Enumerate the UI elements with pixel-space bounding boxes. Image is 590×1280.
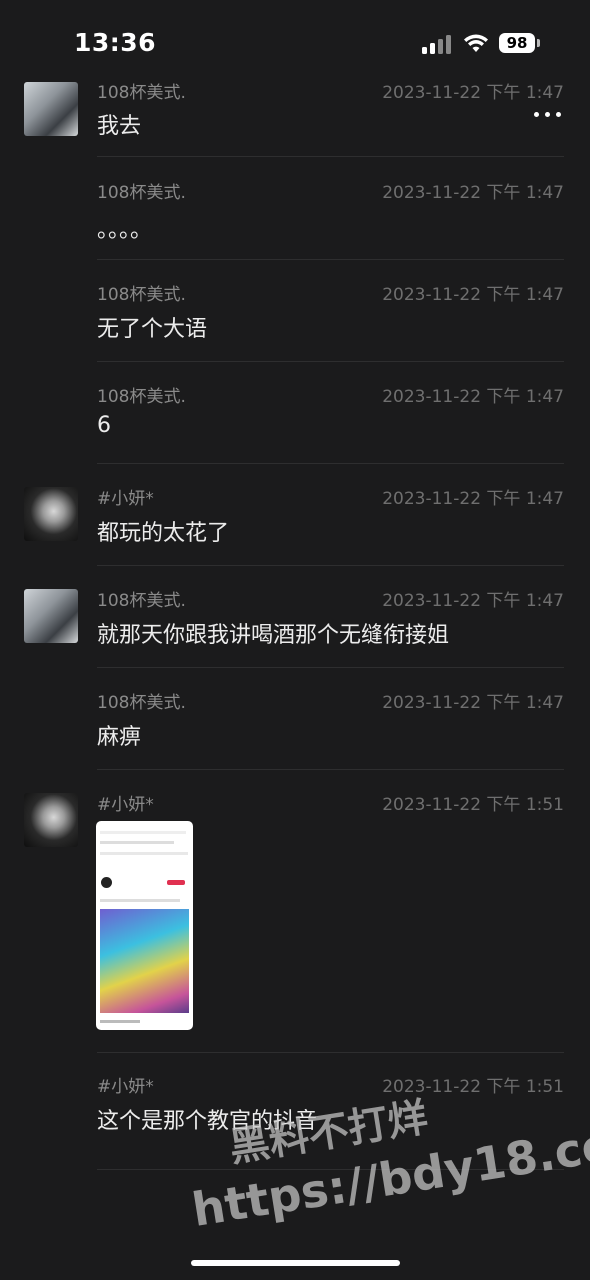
sender-name: 108杯美式. — [97, 387, 186, 407]
divider — [97, 565, 564, 566]
message-text: 都玩的太花了 — [97, 521, 230, 546]
profile-dot — [101, 877, 112, 888]
message-item[interactable]: 108杯美式. 2023-11-22 下午 1:47 无了个大语 — [0, 274, 590, 362]
divider — [97, 259, 564, 260]
divider — [97, 769, 564, 770]
sender-name: 108杯美式. — [97, 285, 186, 305]
message-item[interactable]: #小妍* 2023-11-22 下午 1:51 — [0, 784, 590, 1053]
sender-name: #小妍* — [97, 1077, 154, 1097]
divider — [97, 463, 564, 464]
sender-name: 108杯美式. — [97, 183, 186, 203]
message-text: 我去 — [97, 114, 142, 139]
message-item[interactable]: #小妍* 2023-11-22 下午 1:47 都玩的太花了 — [0, 478, 590, 566]
message-item[interactable]: 108杯美式. 2023-11-22 下午 1:47 我去 — [0, 70, 590, 158]
message-text: 。。。。 — [97, 218, 153, 243]
home-indicator[interactable] — [191, 1260, 400, 1266]
message-text: 6 — [97, 413, 111, 438]
sender-name: 108杯美式. — [97, 591, 186, 611]
timestamp: 2023-11-22 下午 1:47 — [382, 591, 564, 611]
battery-nub — [537, 39, 540, 47]
more-options-icon[interactable] — [532, 106, 564, 122]
sender-name: #小妍* — [97, 795, 154, 815]
status-time: 13:36 — [74, 28, 157, 57]
message-text: 就那天你跟我讲喝酒那个无缝衔接姐 — [97, 623, 450, 648]
thumbnail-artwork — [100, 909, 189, 1013]
timestamp: 2023-11-22 下午 1:47 — [382, 387, 564, 407]
timestamp: 2023-11-22 下午 1:47 — [382, 285, 564, 305]
divider — [97, 667, 564, 668]
message-item[interactable]: 108杯美式. 2023-11-22 下午 1:47 就那天你跟我讲喝酒那个无缝… — [0, 580, 590, 668]
timestamp: 2023-11-22 下午 1:51 — [382, 795, 564, 815]
divider — [97, 156, 564, 157]
status-bar: 13:36 98 — [0, 0, 590, 80]
sender-name: 108杯美式. — [97, 693, 186, 713]
battery-icon: 98 — [499, 33, 535, 53]
avatar[interactable] — [24, 487, 78, 541]
timestamp: 2023-11-22 下午 1:47 — [382, 693, 564, 713]
wifi-icon — [464, 34, 488, 52]
avatar[interactable] — [24, 82, 78, 136]
message-item[interactable]: 108杯美式. 2023-11-22 下午 1:47 6 — [0, 376, 590, 464]
message-item[interactable]: 108杯美式. 2023-11-22 下午 1:47 麻痹 — [0, 682, 590, 770]
image-message-thumbnail[interactable] — [96, 821, 193, 1030]
sender-name: #小妍* — [97, 489, 154, 509]
cellular-signal-icon — [422, 34, 454, 54]
timestamp: 2023-11-22 下午 1:47 — [382, 183, 564, 203]
follow-button-shape — [167, 880, 185, 885]
sender-name: 108杯美式. — [97, 83, 186, 103]
message-text: 无了个大语 — [97, 317, 208, 342]
avatar[interactable] — [24, 589, 78, 643]
divider — [97, 361, 564, 362]
timestamp: 2023-11-22 下午 1:47 — [382, 83, 564, 103]
timestamp: 2023-11-22 下午 1:47 — [382, 489, 564, 509]
divider — [97, 1052, 564, 1053]
message-item[interactable]: 108杯美式. 2023-11-22 下午 1:47 。。。。 — [0, 172, 590, 260]
message-text: 麻痹 — [97, 725, 142, 750]
avatar[interactable] — [24, 793, 78, 847]
